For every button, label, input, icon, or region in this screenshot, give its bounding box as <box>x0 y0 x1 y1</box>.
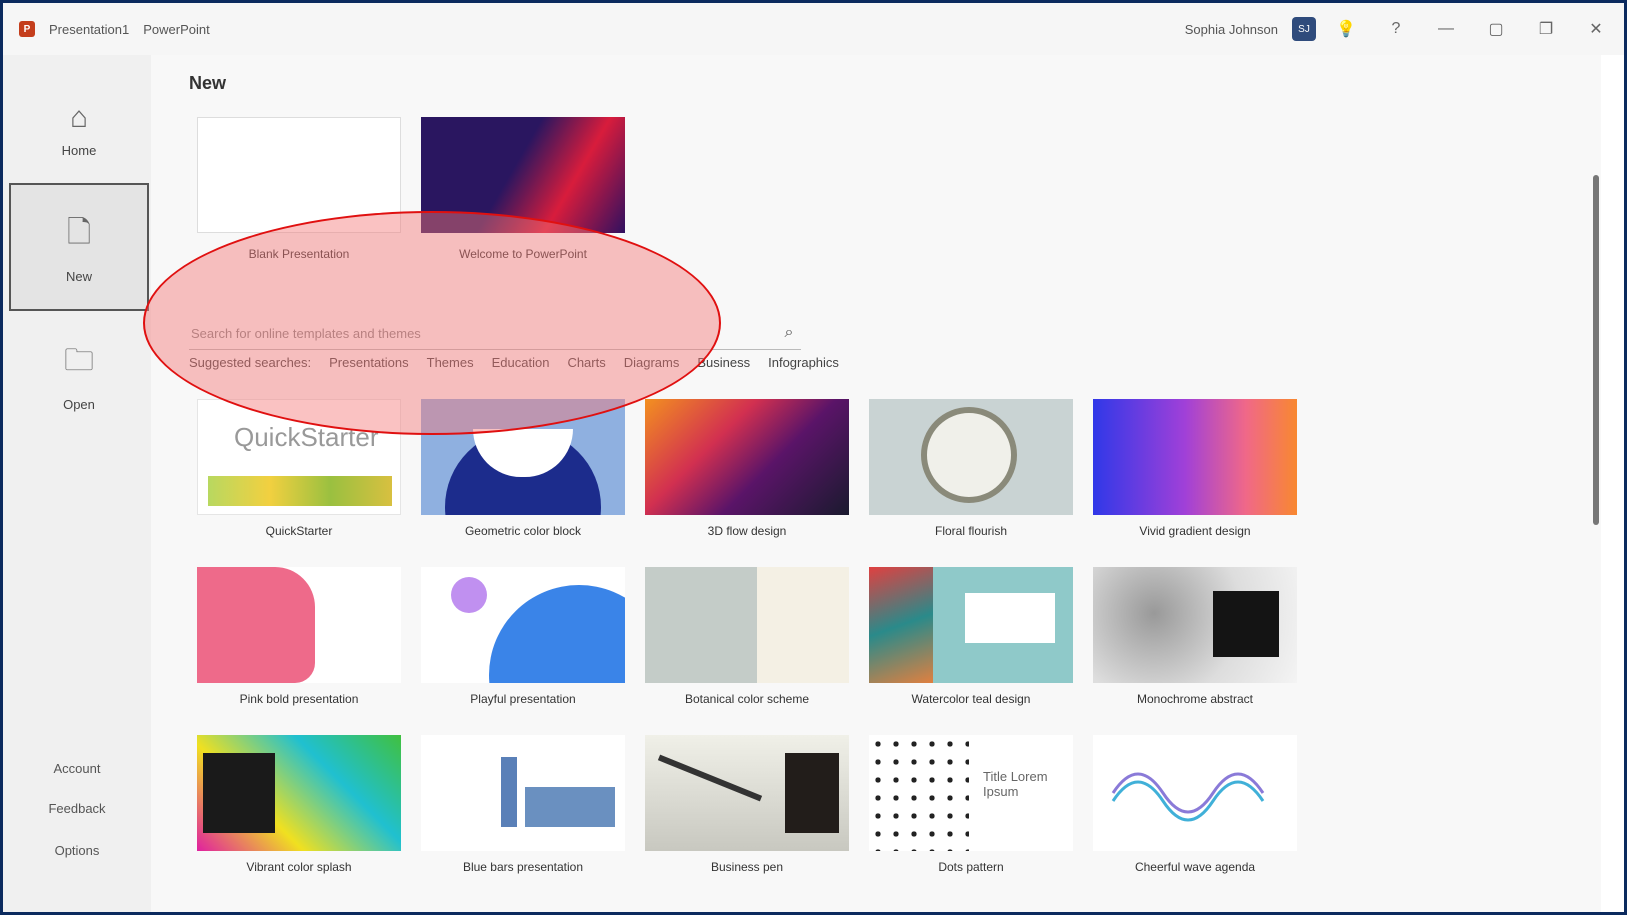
thumbnail-art <box>785 753 839 833</box>
maximize-icon[interactable]: ▢ <box>1476 9 1516 49</box>
thumbnail-art <box>203 753 275 833</box>
suggested-searches: Suggested searches: Presentations Themes… <box>189 355 839 370</box>
pen-icon <box>657 754 763 802</box>
template-label: Blue bars presentation <box>462 860 584 874</box>
template-thumbnail[interactable] <box>197 567 401 683</box>
category-link[interactable]: Presentations <box>329 355 409 370</box>
template-thumbnail[interactable] <box>645 567 849 683</box>
template-thumbnail[interactable] <box>421 735 625 851</box>
template-thumbnail[interactable] <box>1093 567 1297 683</box>
template-label: Floral flourish <box>934 524 1008 538</box>
welcome-tour-tile[interactable] <box>421 117 625 233</box>
blank-presentation-tile[interactable] <box>197 117 401 233</box>
powerpoint-icon: P <box>19 21 35 37</box>
minimize-icon[interactable]: — <box>1426 9 1466 49</box>
template-thumbnail[interactable] <box>869 567 1073 683</box>
category-link[interactable]: Education <box>492 355 550 370</box>
thumbnail-art <box>451 577 487 613</box>
title-bar: P Presentation1 PowerPoint Sophia Johnso… <box>3 3 1624 55</box>
template-label: Cheerful wave agenda <box>1134 860 1256 874</box>
backstage-sidebar: ⌂ Home 🗋 New 🗀 Open Account Feedback Opt… <box>3 55 151 912</box>
template-thumbnail[interactable] <box>197 735 401 851</box>
tile-label: Welcome to PowerPoint <box>459 247 587 261</box>
template-label: Vivid gradient design <box>1139 524 1251 538</box>
restore-icon[interactable]: ❐ <box>1526 9 1566 49</box>
page-title: New <box>189 73 227 93</box>
template-thumbnail[interactable]: QuickStarter <box>197 399 401 515</box>
sidebar-item-new[interactable]: 🗋 New <box>9 183 149 311</box>
lightbulb-icon[interactable]: 💡 <box>1326 9 1366 49</box>
thumbnail-art <box>501 757 517 827</box>
template-label: QuickStarter <box>265 524 333 538</box>
thumbnail-text: Title Lorem Ipsum <box>983 769 1048 799</box>
category-link[interactable]: Diagrams <box>624 355 680 370</box>
template-search: ⌕ <box>189 317 801 350</box>
sidebar-options[interactable]: Options <box>3 843 151 858</box>
new-file-icon: 🗋 <box>66 216 92 249</box>
sidebar-item-label: Open <box>63 397 95 412</box>
template-label: Botanical color scheme <box>684 692 810 706</box>
help-icon[interactable]: ? <box>1376 9 1416 49</box>
template-label: Playful presentation <box>470 692 576 706</box>
template-label: Watercolor teal design <box>911 692 1031 706</box>
category-link[interactable]: Infographics <box>768 355 839 370</box>
category-link[interactable]: Themes <box>427 355 474 370</box>
sidebar-item-home[interactable]: ⌂ Home <box>9 65 149 193</box>
new-pane: New Blank Presentation Welcome to PowerP… <box>151 55 1601 912</box>
search-input[interactable] <box>189 324 777 342</box>
app-status: PowerPoint <box>143 21 210 37</box>
sidebar-item-label: New <box>65 269 92 284</box>
sidebar-item-label: Home <box>61 142 97 158</box>
search-icon[interactable]: ⌕ <box>777 324 801 342</box>
thumbnail-art <box>525 787 615 827</box>
template-thumbnail[interactable]: Title Lorem Ipsum <box>869 735 1073 851</box>
thumbnail-art <box>869 567 933 683</box>
template-label: Business pen <box>710 860 784 874</box>
thumbnail-art <box>869 735 969 851</box>
scroll-thumb[interactable] <box>1593 175 1599 525</box>
template-label: Monochrome abstract <box>1136 692 1254 706</box>
suggested-label: Suggested searches: <box>189 355 312 370</box>
tile-label: Blank Presentation <box>248 247 350 261</box>
template-label: Geometric color block <box>464 524 582 538</box>
template-label: Pink bold presentation <box>239 692 359 706</box>
folder-icon: 🗀 <box>64 344 94 377</box>
close-icon[interactable]: ✕ <box>1576 9 1616 49</box>
sidebar-account[interactable]: Account <box>3 761 151 776</box>
wave-graphic <box>1111 772 1265 822</box>
scrollbar[interactable] <box>1591 115 1601 912</box>
sidebar-feedback[interactable]: Feedback <box>3 801 151 816</box>
thumbnail-art <box>208 476 392 506</box>
thumbnail-art <box>197 567 315 683</box>
template-thumbnail[interactable] <box>645 735 849 851</box>
thumbnail-art <box>965 593 1055 643</box>
document-title: Presentation1 <box>49 21 130 37</box>
template-label: Vibrant color splash <box>246 860 352 874</box>
template-label: Dots pattern <box>938 860 1004 874</box>
template-thumbnail[interactable] <box>869 399 1073 515</box>
thumbnail-art <box>489 585 625 683</box>
template-thumbnail[interactable] <box>1093 399 1297 515</box>
app-window: P Presentation1 PowerPoint Sophia Johnso… <box>3 3 1624 912</box>
user-name[interactable]: Sophia Johnson <box>1185 22 1278 37</box>
category-link[interactable]: Charts <box>567 355 605 370</box>
thumbnail-art <box>1213 591 1279 657</box>
template-thumbnail[interactable] <box>421 567 625 683</box>
template-thumbnail[interactable] <box>1093 735 1297 851</box>
avatar[interactable]: SJ <box>1292 17 1316 41</box>
sidebar-item-open[interactable]: 🗀 Open <box>9 311 149 439</box>
home-icon: ⌂ <box>69 100 89 134</box>
thumbnail-text: QuickStarter <box>234 422 379 452</box>
template-thumbnail[interactable] <box>421 399 625 515</box>
thumbnail-art <box>921 407 1017 503</box>
template-thumbnail[interactable] <box>645 399 849 515</box>
template-label: 3D flow design <box>707 524 787 538</box>
category-link[interactable]: Business <box>697 355 750 370</box>
